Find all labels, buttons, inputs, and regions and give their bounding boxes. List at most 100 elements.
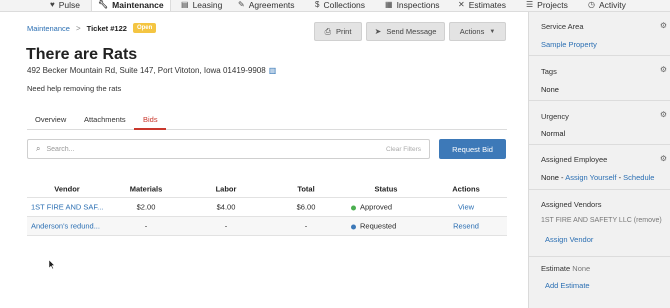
status-dot-icon [351,224,356,230]
ticket-sidebar: Service Area ⚙ Sample Property Tags ⚙ No… [528,12,670,308]
breadcrumb: Maintenance > Ticket #122 Open [27,23,157,33]
nav-tab-label: Pulse [58,0,81,10]
total-cell: - [304,221,308,231]
assigned-vendor-row: 1ST FIRE AND SAFETY LLC (remove) [541,217,662,224]
assigned-vendors-section: Assigned Vendors 1ST FIRE AND SAFETY LLC… [529,190,670,257]
nav-tab-estimates[interactable]: ✕ Estimates [458,0,507,11]
header-materials: Materials [129,184,163,193]
assigned-vendor-name: 1ST FIRE AND SAFETY LLC [541,217,632,224]
nav-tab-label: Maintenance [112,0,164,10]
materials-cell: $2.00 [136,202,156,212]
breadcrumb-separator: > [75,23,81,33]
materials-cell: - [144,221,148,231]
tab-bids[interactable]: Bids [143,115,158,124]
search-input[interactable] [46,145,347,153]
service-area-title: Service Area [541,22,584,31]
urgency-title: Urgency [541,112,569,121]
tab-overview[interactable]: Overview [35,115,66,124]
ticket-description: Need help removing the rats [27,84,122,93]
service-area-link[interactable]: Sample Property [541,40,597,49]
tab-attachments[interactable]: Attachments [84,115,126,124]
header-actions: Actions [452,184,480,193]
pen-icon: ✎ [238,0,245,9]
status-dot-icon [351,205,356,211]
header-vendor: Vendor [54,184,80,193]
header-status: Status [374,184,398,193]
nav-tab-collections[interactable]: $ Collections [315,0,366,11]
nav-tab-label: Leasing [192,0,223,10]
tags-value: None [541,85,559,94]
assigned-employee-title: Assigned Employee [541,155,608,164]
map-icon[interactable]: ▥ [269,66,277,75]
nav-tab-agreements[interactable]: ✎ Agreements [238,0,295,11]
nav-tab-inspections[interactable]: ▦ Inspections [385,0,440,11]
top-nav: ♥ Pulse 🔧︎ Maintenance ▤ Leasing ✎ Agree… [0,0,670,12]
gear-icon[interactable]: ⚙ [660,154,667,163]
assign-yourself-link[interactable]: Assign Yourself [565,173,616,182]
gear-icon[interactable]: ⚙ [660,110,667,119]
breadcrumb-ticket: Ticket #122 [86,23,127,33]
employee-none: None [541,173,559,182]
clear-filters-button[interactable]: Clear Filters [386,146,421,153]
actions-label: Actions [459,27,485,36]
view-bid-link[interactable]: View [458,203,474,212]
request-bid-button[interactable]: Request Bid [439,139,506,159]
document-icon: ▤ [181,0,189,9]
remove-vendor-link[interactable]: (remove) [634,217,662,224]
clock-icon: ◷ [588,0,595,9]
gear-icon[interactable]: ⚙ [660,65,667,74]
estimate-value: None [572,264,591,273]
table-header: Vendor Materials Labor Total Status Acti… [27,180,507,198]
estimate-title-row: Estimate None [541,264,590,273]
urgency-value: Normal [541,129,566,138]
money-icon: $ [315,0,320,9]
vendor-link[interactable]: 1ST FIRE AND SAF... [31,203,103,212]
table-row: 1ST FIRE AND SAF... $2.00 $4.00 $6.00 Ap… [27,198,507,217]
list-icon: ☰ [526,0,534,9]
nav-tab-maintenance[interactable]: 🔧︎ Maintenance [91,0,171,11]
search-icon: ⌕ [36,144,41,153]
bids-table: Vendor Materials Labor Total Status Acti… [27,180,507,236]
estimate-title: Estimate [541,264,571,273]
breadcrumb-maintenance-link[interactable]: Maintenance [27,24,70,33]
nav-tab-pulse[interactable]: ♥ Pulse [50,0,81,11]
print-label: Print [335,27,352,36]
mouse-cursor-icon [49,260,55,269]
nav-tab-label: Collections [323,0,366,10]
vendor-link[interactable]: Anderson's redund... [31,222,100,231]
actions-dropdown[interactable]: Actions ▼ [449,22,506,41]
send-message-button[interactable]: ➤ Send Message [366,22,445,41]
active-tab-indicator [134,128,166,130]
gear-icon[interactable]: ⚙ [660,21,667,30]
ticket-tabs: Overview Attachments Bids [27,112,507,130]
caret-down-icon: ▼ [489,28,496,35]
schedule-link[interactable]: Schedule [623,173,654,182]
header-labor: Labor [215,184,237,193]
status-cell: Approved [351,203,392,212]
labor-cell: - [224,221,228,231]
print-button[interactable]: ⎙ Print [314,22,362,41]
tags-section: Tags ⚙ None [529,56,670,101]
search-bar: ⌕ Clear Filters [27,139,430,159]
assign-vendor-link[interactable]: Assign Vendor [545,235,593,244]
nav-tab-label: Projects [537,0,568,10]
paper-plane-icon: ➤ [374,27,382,36]
nav-tab-leasing[interactable]: ▤ Leasing [181,0,223,11]
assigned-employee-section: Assigned Employee ⚙ None - Assign Yourse… [529,145,670,190]
send-message-label: Send Message [386,27,437,36]
nav-tab-label: Estimates [468,0,507,10]
add-estimate-link[interactable]: Add Estimate [545,281,590,290]
nav-tab-projects[interactable]: ☰ Projects [526,0,568,11]
total-cell: $6.00 [296,202,316,212]
estimate-section: Estimate None Add Estimate [529,257,670,308]
tags-title: Tags [541,67,557,76]
main-content: Maintenance > Ticket #122 Open ⎙ Print ➤… [0,12,528,308]
status-text: Requested [360,221,397,231]
heartbeat-icon: ♥ [50,0,55,9]
printer-icon: ⎙ [324,26,331,36]
wrench-icon: 🔧︎ [98,0,109,9]
nav-tab-activity[interactable]: ◷ Activity [588,0,626,11]
status-badge: Open [132,23,157,33]
resend-bid-link[interactable]: Resend [453,222,479,231]
status-cell: Requested [351,222,396,231]
